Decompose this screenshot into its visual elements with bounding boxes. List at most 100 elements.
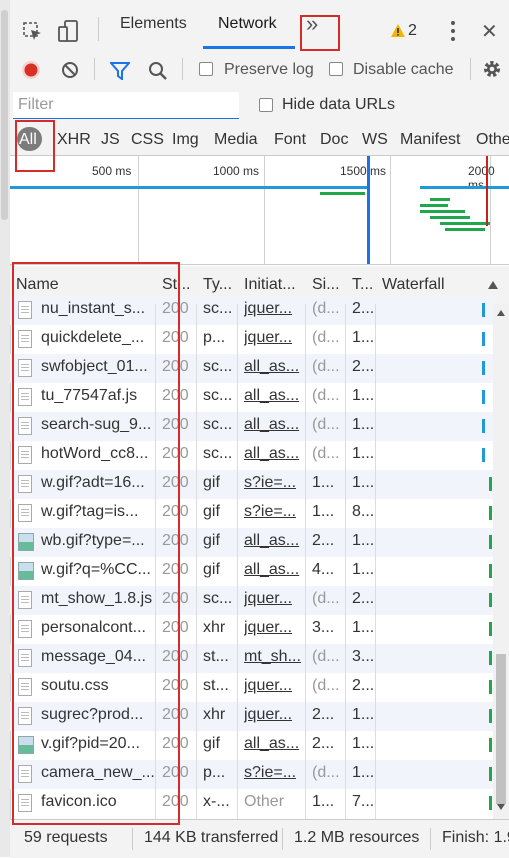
request-initiator[interactable]: s?ie=... — [244, 764, 310, 782]
type-filter-media[interactable]: Media — [214, 131, 258, 149]
request-initiator[interactable]: jquer... — [244, 300, 310, 318]
waterfall-bar — [489, 564, 492, 578]
timeline-tick-label: 1500 ms — [340, 164, 387, 178]
hide-data-urls-checkbox[interactable] — [259, 98, 273, 112]
column-header-waterfall[interactable]: Waterfall — [382, 276, 482, 294]
type-filter-xhr[interactable]: XHR — [57, 131, 91, 149]
page-scrollbar-thumb[interactable] — [1, 10, 8, 220]
timeline-bar — [430, 216, 470, 219]
device-toolbar-icon[interactable] — [58, 20, 80, 44]
close-devtools-button[interactable]: ✕ — [481, 19, 498, 44]
type-filter-doc[interactable]: Doc — [320, 131, 348, 149]
tab-elements[interactable]: Elements — [120, 15, 187, 33]
filter-input[interactable]: Filter — [13, 92, 239, 119]
preserve-log-label[interactable]: Preserve log — [224, 61, 314, 79]
column-header-size[interactable]: Si... — [312, 276, 344, 294]
request-initiator[interactable]: jquer... — [244, 706, 310, 724]
request-initiator[interactable]: all_as... — [244, 416, 310, 434]
filter-bar: Filter Hide data URLs — [10, 88, 509, 123]
request-initiator[interactable]: all_as... — [244, 532, 310, 550]
request-initiator[interactable]: all_as... — [244, 735, 310, 753]
timeline-bar — [10, 186, 370, 189]
waterfall-bar — [489, 796, 492, 810]
waterfall-bar — [489, 651, 492, 665]
scroll-up-icon[interactable] — [497, 310, 505, 316]
waterfall-bar — [489, 622, 492, 636]
type-filter-css[interactable]: CSS — [131, 131, 164, 149]
toolbar-divider — [94, 58, 95, 80]
status-divider — [132, 828, 133, 850]
waterfall-bar — [489, 709, 492, 723]
type-filter-ws[interactable]: WS — [362, 131, 388, 149]
type-filter-manifest[interactable]: Manifest — [400, 131, 460, 149]
scrollbar-thumb[interactable] — [496, 654, 506, 804]
timeline-bar — [420, 186, 509, 189]
type-filter-font[interactable]: Font — [274, 131, 306, 149]
timeline-tick-label: 1000 ms — [213, 164, 260, 178]
load-event-marker — [486, 156, 488, 226]
type-filter-js[interactable]: JS — [101, 131, 120, 149]
timeline-bar — [320, 192, 365, 195]
inspect-element-icon[interactable] — [23, 22, 43, 42]
warning-count[interactable]: 2 — [408, 22, 417, 40]
request-initiator[interactable]: jquer... — [244, 677, 310, 695]
clear-icon[interactable] — [61, 61, 79, 79]
record-icon[interactable] — [21, 60, 41, 80]
column-header-initiator[interactable]: Initiat... — [244, 276, 304, 294]
waterfall-bar — [489, 477, 492, 491]
highlight-box-name-column — [12, 262, 180, 825]
kebab-menu-icon[interactable] — [450, 20, 456, 42]
type-filter-img[interactable]: Img — [172, 131, 199, 149]
request-initiator[interactable]: mt_sh... — [244, 648, 310, 666]
timeline-bar — [420, 204, 448, 207]
request-count: 59 requests — [24, 829, 108, 846]
disable-cache-label[interactable]: Disable cache — [353, 61, 454, 79]
column-divider — [345, 304, 346, 819]
scroll-down-icon[interactable] — [497, 804, 505, 810]
timeline-bar — [445, 228, 485, 231]
resource-type-filters: All XHR JS CSS Img Media Font Doc WS Man… — [10, 123, 509, 156]
waterfall-bar — [489, 738, 492, 752]
tab-network[interactable]: Network — [218, 15, 277, 33]
request-initiator[interactable]: jquer... — [244, 329, 310, 347]
hide-data-urls-label[interactable]: Hide data URLs — [282, 96, 395, 114]
waterfall-bar — [482, 419, 485, 433]
timeline-bar — [440, 222, 490, 225]
timeline-gridline — [264, 156, 265, 264]
column-divider — [305, 304, 306, 819]
waterfall-bar — [482, 390, 485, 404]
type-filter-other[interactable]: Other — [476, 131, 509, 149]
column-divider — [237, 304, 238, 819]
request-initiator[interactable]: s?ie=... — [244, 474, 310, 492]
status-divider — [282, 828, 283, 850]
finish-time: Finish: 1.9 — [442, 829, 509, 846]
disable-cache-checkbox[interactable] — [329, 62, 343, 76]
filter-icon[interactable] — [110, 62, 130, 80]
highlight-box-all-filter — [15, 120, 55, 172]
timeline-overview[interactable]: 500 ms 1000 ms 1500 ms 2000 ms — [10, 156, 509, 265]
request-initiator[interactable]: s?ie=... — [244, 503, 310, 521]
waterfall-bar — [482, 448, 485, 462]
waterfall-bar — [489, 767, 492, 781]
waterfall-bar — [489, 535, 492, 549]
waterfall-bar — [489, 506, 492, 520]
column-header-type[interactable]: Ty... — [203, 276, 237, 294]
request-initiator: Other — [244, 793, 285, 810]
search-icon[interactable] — [148, 61, 168, 81]
gear-icon[interactable] — [482, 59, 502, 79]
waterfall-bar — [482, 361, 485, 375]
request-initiator[interactable]: all_as... — [244, 561, 310, 579]
requests-scrollbar[interactable] — [493, 304, 509, 819]
network-toolbar: Preserve log Disable cache — [10, 50, 509, 89]
column-header-time[interactable]: T... — [352, 276, 374, 294]
request-initiator[interactable]: all_as... — [244, 387, 310, 405]
warning-icon[interactable] — [390, 23, 406, 38]
transferred-size: 144 KB transferred — [144, 829, 279, 846]
sort-ascending-icon[interactable] — [488, 281, 498, 289]
toolbar-divider — [470, 58, 471, 80]
request-initiator[interactable]: jquer... — [244, 590, 310, 608]
request-initiator[interactable]: all_as... — [244, 445, 310, 463]
preserve-log-checkbox[interactable] — [199, 62, 213, 76]
request-initiator[interactable]: jquer... — [244, 619, 310, 637]
request-initiator[interactable]: all_as... — [244, 358, 310, 376]
